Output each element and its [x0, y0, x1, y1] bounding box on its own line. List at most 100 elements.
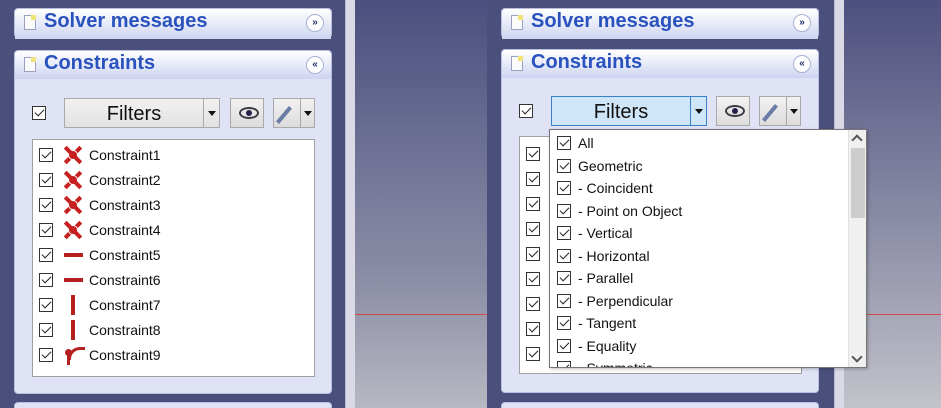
filter-label: - Perpendicular	[578, 292, 673, 309]
dropdown-arrow-icon[interactable]	[300, 99, 314, 127]
constraint-name: Constraint6	[89, 272, 161, 288]
constraint-name: Constraint9	[89, 347, 161, 363]
filter-checkbox[interactable]	[557, 316, 571, 330]
filter-checkbox[interactable]	[557, 158, 571, 173]
constraint-checkbox[interactable]	[526, 172, 540, 186]
vertical-icon	[63, 320, 83, 340]
constraint-checkbox[interactable]	[39, 298, 53, 312]
constraint-checkbox[interactable]	[526, 222, 540, 236]
solver-messages-box: Solver messages »	[501, 8, 819, 39]
select-all-checkbox[interactable]	[32, 106, 46, 120]
filter-checkbox[interactable]	[557, 293, 571, 308]
coincident-icon	[63, 145, 83, 165]
filter-checkbox[interactable]	[557, 248, 571, 263]
constraint-checkbox[interactable]	[39, 148, 53, 162]
constraints-box: Constraints « Filters Constraint1 Constr…	[14, 50, 332, 394]
horizontal-icon	[63, 270, 83, 290]
constraint-checkbox[interactable]	[526, 147, 540, 161]
filters-dropdown[interactable]: Filters	[64, 98, 220, 128]
wand-icon	[762, 104, 778, 122]
auto-constraint-button[interactable]	[273, 98, 315, 128]
constraint-name: Constraint7	[89, 297, 161, 313]
constraints-list: Constraint1 Constraint2 Constraint3 Cons…	[32, 139, 315, 377]
expand-chevron-icon[interactable]: »	[306, 14, 324, 32]
scroll-down-icon[interactable]	[849, 351, 866, 367]
constraint-name: Constraint2	[89, 172, 161, 188]
constraint-checkbox[interactable]	[526, 272, 540, 286]
constraint-checkbox[interactable]	[39, 248, 53, 262]
filter-checkbox[interactable]	[557, 181, 571, 195]
note-icon	[24, 57, 36, 72]
constraint-checkbox[interactable]	[39, 348, 53, 362]
constraint-checkbox[interactable]	[526, 347, 540, 361]
note-icon	[511, 56, 523, 71]
constraint-checkbox[interactable]	[39, 273, 53, 287]
constraint-checkbox[interactable]	[526, 197, 540, 211]
visibility-button[interactable]	[230, 98, 264, 128]
solver-messages-title: Solver messages	[531, 10, 695, 32]
select-all-checkbox[interactable]	[519, 104, 533, 118]
filter-label: - Horizontal	[578, 247, 650, 264]
panel-scrollbar[interactable]	[345, 0, 355, 408]
constraint-name: Constraint5	[89, 247, 161, 263]
filter-label: - Point on Object	[578, 202, 683, 219]
vertical-icon	[63, 295, 83, 315]
scroll-thumb[interactable]	[851, 148, 865, 218]
filters-label: Filters	[593, 101, 649, 123]
solver-messages-header[interactable]: Solver messages »	[502, 9, 818, 39]
filter-checkbox[interactable]	[557, 136, 571, 150]
wand-icon	[276, 106, 292, 124]
constraint-checkbox[interactable]	[526, 322, 540, 336]
coincident-icon	[63, 195, 83, 215]
filter-label: - Coincident	[578, 180, 653, 196]
solver-messages-box: Solver messages »	[14, 8, 332, 39]
filter-label: - Symmetric	[578, 360, 653, 368]
filter-checkbox[interactable]	[557, 203, 571, 218]
next-panel-box	[501, 402, 819, 408]
constraint-name: Constraint4	[89, 222, 161, 238]
filter-checkbox[interactable]	[557, 271, 571, 285]
constraint-checkbox[interactable]	[526, 247, 540, 261]
filter-checkbox[interactable]	[557, 338, 571, 353]
eye-icon	[239, 107, 259, 119]
filter-label: - Parallel	[578, 270, 634, 286]
filter-checkbox[interactable]	[557, 361, 571, 367]
next-panel-box	[14, 402, 332, 408]
dropdown-arrow-icon	[690, 97, 706, 125]
coincident-icon	[63, 170, 83, 190]
dropdown-arrow-icon[interactable]	[786, 97, 800, 125]
constraint-checkbox[interactable]	[39, 223, 53, 237]
popup-scrollbar[interactable]	[848, 130, 866, 367]
note-icon	[511, 15, 523, 30]
filters-popup-menu: All Geometric - Coincident - Point on Ob…	[549, 129, 867, 368]
scroll-up-icon[interactable]	[849, 130, 866, 146]
filter-label: Geometric	[578, 157, 643, 174]
tangent-icon	[63, 345, 85, 365]
eye-icon	[725, 105, 745, 117]
solver-messages-header[interactable]: Solver messages »	[15, 9, 331, 39]
constraint-name: Constraint1	[89, 147, 161, 163]
collapse-chevron-icon[interactable]: «	[793, 55, 811, 73]
note-icon	[24, 15, 36, 30]
constraints-header[interactable]: Constraints «	[502, 50, 818, 78]
filter-label: - Vertical	[578, 225, 633, 241]
collapse-chevron-icon[interactable]: «	[306, 56, 324, 74]
constraint-checkbox[interactable]	[39, 198, 53, 212]
constraints-title: Constraints	[44, 52, 156, 74]
filter-label: All	[578, 135, 594, 151]
filter-label: - Equality	[578, 337, 637, 354]
filter-checkbox[interactable]	[557, 226, 571, 240]
constraint-checkbox[interactable]	[526, 297, 540, 311]
auto-constraint-button[interactable]	[759, 96, 801, 126]
filters-label: Filters	[106, 103, 162, 125]
constraint-name: Constraint3	[89, 197, 161, 213]
constraints-header[interactable]: Constraints «	[15, 51, 331, 79]
filters-dropdown[interactable]: Filters	[551, 96, 707, 126]
coincident-icon	[63, 220, 83, 240]
expand-chevron-icon[interactable]: »	[793, 14, 811, 32]
visibility-button[interactable]	[716, 96, 750, 126]
constraint-checkbox[interactable]	[39, 173, 53, 187]
dropdown-arrow-icon	[203, 99, 219, 127]
3d-viewport-left[interactable]	[345, 0, 487, 408]
constraint-checkbox[interactable]	[39, 323, 53, 337]
